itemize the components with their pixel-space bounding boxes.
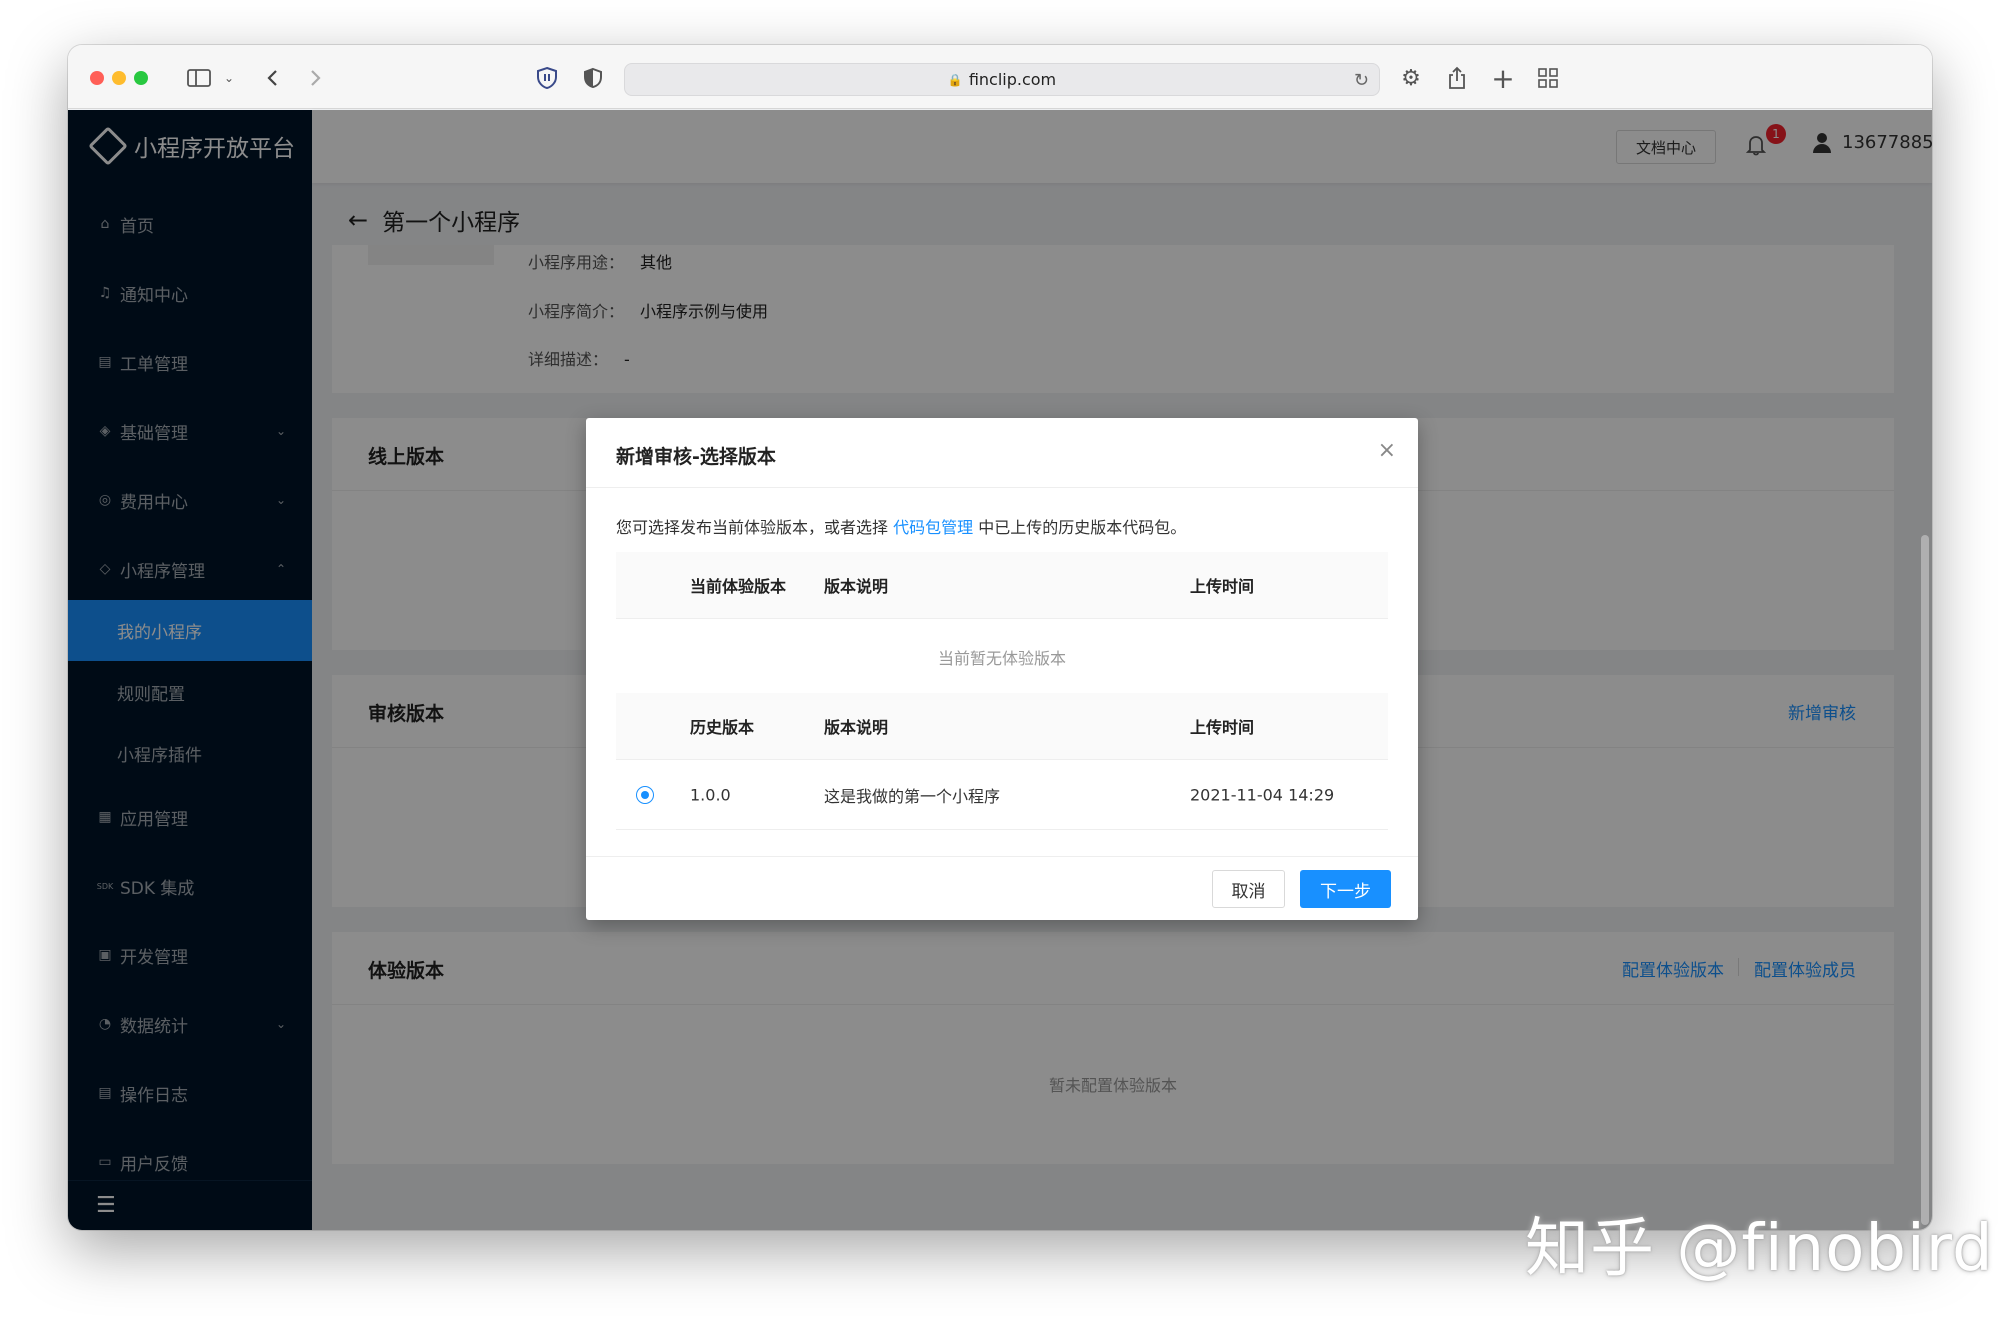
empty-row: 当前暂无体验版本 (616, 619, 1388, 693)
reload-icon[interactable]: ↻ (1354, 70, 1369, 91)
desc-text: 中已上传的历史版本代码包。 (973, 518, 1187, 537)
browser-window: ⌄ 🔒 finclip.com ↻ ⚙ + 小程序开放平台 ⌂ 首页 ♫ 通知中… (68, 45, 1932, 1230)
cancel-button[interactable]: 取消 (1212, 870, 1285, 908)
privacy-icon[interactable] (578, 63, 608, 93)
address-bar[interactable]: 🔒 finclip.com ↻ (624, 63, 1380, 96)
table-row[interactable]: 1.0.0 这是我做的第一个小程序 2021-11-04 14:29 (616, 760, 1388, 830)
scrollbar[interactable] (1921, 535, 1929, 1225)
column-header: 上传时间 (1190, 718, 1255, 737)
next-button[interactable]: 下一步 (1300, 870, 1391, 908)
modal-header: 新增审核-选择版本 × (586, 418, 1418, 488)
desc-text: 您可选择发布当前体验版本，或者选择 (616, 518, 894, 537)
time-cell: 2021-11-04 14:29 (1190, 785, 1335, 804)
modal-footer: 取消 下一步 (586, 856, 1418, 920)
modal-description: 您可选择发布当前体验版本，或者选择 代码包管理 中已上传的历史版本代码包。 (616, 514, 1186, 538)
close-window-button[interactable] (90, 71, 104, 85)
column-header: 版本说明 (824, 577, 889, 596)
shield-icon[interactable] (532, 63, 562, 93)
back-icon[interactable] (258, 63, 288, 93)
column-header: 当前体验版本 (690, 577, 787, 596)
table-header: 历史版本 版本说明 上传时间 (616, 693, 1388, 760)
current-version-table: 当前体验版本 版本说明 上传时间 当前暂无体验版本 (616, 552, 1388, 693)
chevron-down-icon[interactable]: ⌄ (214, 63, 244, 93)
column-header: 上传时间 (1190, 577, 1255, 596)
close-icon[interactable]: × (1378, 438, 1396, 463)
lock-icon: 🔒 (947, 72, 963, 87)
column-header: 历史版本 (690, 718, 755, 737)
empty-current-text: 当前暂无体验版本 (937, 649, 1066, 668)
column-header: 版本说明 (824, 718, 889, 737)
desc-cell: 这是我做的第一个小程序 (824, 786, 1001, 806)
minimize-window-button[interactable] (112, 71, 126, 85)
settings-icon[interactable]: ⚙ (1396, 63, 1426, 93)
version-cell: 1.0.0 (690, 785, 731, 804)
forward-icon[interactable] (300, 63, 330, 93)
watermark: 知乎 @finobird (1525, 1212, 1994, 1286)
select-version-modal: 新增审核-选择版本 × 您可选择发布当前体验版本，或者选择 代码包管理 中已上传… (586, 418, 1418, 920)
browser-toolbar: ⌄ 🔒 finclip.com ↻ ⚙ + (68, 45, 1932, 109)
sidebar-icon[interactable] (184, 63, 214, 93)
maximize-window-button[interactable] (134, 71, 148, 85)
url-text: finclip.com (968, 70, 1057, 89)
modal-title: 新增审核-选择版本 (616, 446, 776, 468)
version-radio[interactable] (636, 785, 654, 804)
table-header: 当前体验版本 版本说明 上传时间 (616, 552, 1388, 619)
new-tab-icon[interactable]: + (1488, 62, 1518, 95)
code-package-link[interactable]: 代码包管理 (893, 518, 973, 537)
tab-overview-icon[interactable] (1533, 63, 1563, 93)
share-icon[interactable] (1442, 63, 1472, 93)
history-version-table: 历史版本 版本说明 上传时间 1.0.0 这是我做的第一个小程序 2021-11… (616, 693, 1388, 830)
